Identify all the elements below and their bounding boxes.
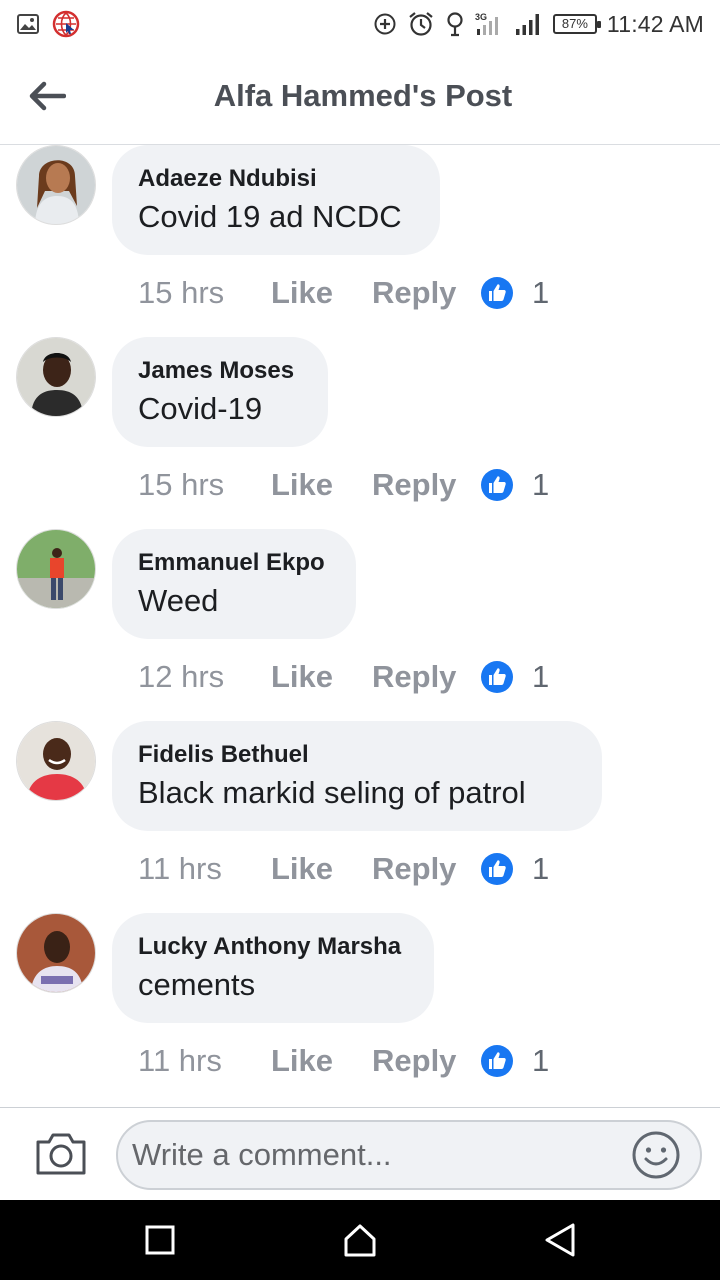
- comment-item: James Moses Covid-19 15 hrs Like Reply 1: [0, 337, 720, 529]
- reactions-button[interactable]: [480, 468, 532, 502]
- reply-button[interactable]: Reply: [372, 659, 480, 695]
- reaction-count[interactable]: 1: [532, 659, 549, 695]
- emoji-button[interactable]: [630, 1129, 682, 1181]
- comment-item: Fidelis Bethuel Black markid seling of p…: [0, 721, 720, 913]
- square-icon: [145, 1225, 175, 1255]
- system-nav-bar: [0, 1200, 720, 1280]
- recents-button[interactable]: [140, 1220, 180, 1260]
- triangle-back-icon: [545, 1223, 575, 1257]
- comment-meta: 12 hrs Like Reply 1: [138, 659, 549, 695]
- comment-meta: 15 hrs Like Reply 1: [138, 275, 549, 311]
- page-title: Alfa Hammed's Post: [213, 78, 513, 113]
- home-button[interactable]: [340, 1220, 380, 1260]
- reply-button[interactable]: Reply: [372, 1043, 480, 1079]
- browser-notification-icon: [52, 10, 80, 38]
- comment-bubble[interactable]: Emmanuel Ekpo Weed: [112, 529, 356, 639]
- signal-3g-icon: 3G: [475, 12, 498, 35]
- signal-icon: [515, 14, 539, 35]
- back-nav-button[interactable]: [540, 1220, 580, 1260]
- comment-author[interactable]: Adaeze Ndubisi: [138, 165, 414, 193]
- comment-time: 12 hrs: [138, 659, 225, 694]
- avatar[interactable]: [16, 913, 96, 993]
- reactions-button[interactable]: [480, 1044, 532, 1078]
- comment-item: Lucky Anthony Marsha cements 11 hrs Like…: [0, 913, 720, 1105]
- like-reaction-icon: [481, 661, 513, 693]
- comment-author[interactable]: Emmanuel Ekpo: [138, 549, 330, 577]
- smiley-icon: [632, 1131, 680, 1179]
- comment-item: Adaeze Ndubisi Covid 19 ad NCDC 15 hrs L…: [0, 145, 720, 337]
- comment-time: 11 hrs: [138, 851, 222, 886]
- comment-time: 11 hrs: [138, 1043, 222, 1078]
- camera-icon: [36, 1133, 86, 1175]
- comment-text: Covid-19: [138, 391, 263, 426]
- like-button[interactable]: Like: [271, 275, 372, 311]
- comment-composer: [0, 1107, 720, 1200]
- like-button[interactable]: Like: [271, 851, 372, 887]
- comment-text: Covid 19 ad NCDC: [138, 199, 402, 234]
- like-reaction-icon: [481, 277, 513, 309]
- avatar[interactable]: [16, 337, 96, 417]
- location-icon: [447, 12, 463, 37]
- comment-text: Black markid seling of patrol: [138, 775, 526, 810]
- alarm-icon: [409, 12, 433, 36]
- header: Alfa Hammed's Post: [0, 48, 720, 145]
- status-time: 11:42 AM: [606, 10, 704, 37]
- svg-text:3G: 3G: [475, 12, 487, 22]
- like-button[interactable]: Like: [271, 659, 372, 695]
- reaction-count[interactable]: 1: [532, 467, 549, 503]
- comment-text: cements: [138, 967, 256, 1002]
- comment-time: 15 hrs: [138, 467, 225, 502]
- comment-item: Emmanuel Ekpo Weed 12 hrs Like Reply 1: [0, 529, 720, 721]
- comment-input[interactable]: [116, 1120, 702, 1190]
- reaction-count[interactable]: 1: [532, 275, 549, 311]
- comment-author[interactable]: James Moses: [138, 357, 302, 385]
- status-bar: 3G 87% 11:42 AM: [0, 0, 720, 48]
- reactions-button[interactable]: [480, 276, 532, 310]
- like-button[interactable]: Like: [271, 467, 372, 503]
- comment-time: 15 hrs: [138, 275, 225, 310]
- comment-meta: 11 hrs Like Reply 1: [138, 1043, 549, 1079]
- reactions-button[interactable]: [480, 852, 532, 886]
- reply-button[interactable]: Reply: [372, 851, 480, 887]
- like-reaction-icon: [481, 1045, 513, 1077]
- comment-text: Weed: [138, 583, 219, 618]
- reply-button[interactable]: Reply: [372, 467, 480, 503]
- reaction-count[interactable]: 1: [532, 1043, 549, 1079]
- like-reaction-icon: [481, 469, 513, 501]
- reactions-button[interactable]: [480, 660, 532, 694]
- avatar[interactable]: [16, 145, 96, 225]
- data-saver-icon: [374, 13, 396, 35]
- gallery-notification-icon: [17, 14, 39, 34]
- comment-meta: 15 hrs Like Reply 1: [138, 467, 549, 503]
- reply-button[interactable]: Reply: [372, 275, 480, 311]
- comment-bubble[interactable]: Lucky Anthony Marsha cements: [112, 913, 434, 1023]
- comment-bubble[interactable]: Adaeze Ndubisi Covid 19 ad NCDC: [112, 145, 440, 255]
- comment-meta: 11 hrs Like Reply 1: [138, 851, 549, 887]
- like-button[interactable]: Like: [271, 1043, 372, 1079]
- reaction-count[interactable]: 1: [532, 851, 549, 887]
- camera-button[interactable]: [34, 1132, 90, 1178]
- comment-author[interactable]: Fidelis Bethuel: [138, 741, 576, 769]
- avatar[interactable]: [16, 721, 96, 801]
- comment-list: Adaeze Ndubisi Covid 19 ad NCDC 15 hrs L…: [0, 145, 720, 1107]
- battery-indicator: 87%: [552, 14, 601, 34]
- comment-bubble[interactable]: Fidelis Bethuel Black markid seling of p…: [112, 721, 602, 831]
- avatar[interactable]: [16, 529, 96, 609]
- comment-author[interactable]: Lucky Anthony Marsha: [138, 933, 408, 961]
- comment-bubble[interactable]: James Moses Covid-19: [112, 337, 328, 447]
- like-reaction-icon: [481, 853, 513, 885]
- home-icon: [344, 1224, 376, 1257]
